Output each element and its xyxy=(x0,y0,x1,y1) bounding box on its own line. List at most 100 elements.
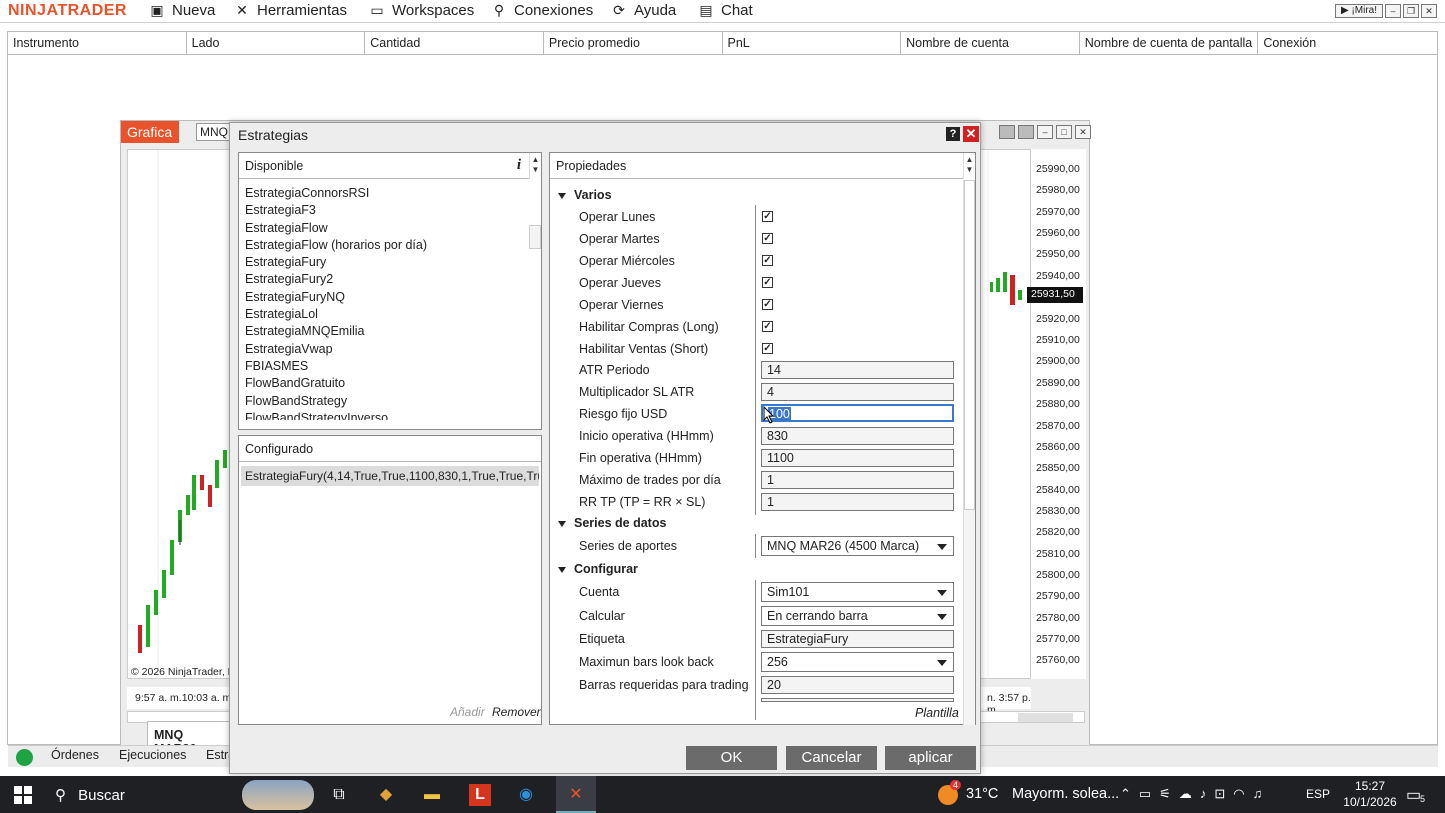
next-field-input[interactable] xyxy=(761,698,954,702)
menu-ayuda[interactable]: ⟳ Ayuda xyxy=(610,2,676,19)
minimize-icon[interactable]: – xyxy=(1385,4,1401,18)
add-button[interactable]: Añadir xyxy=(450,705,485,719)
col-lado[interactable]: Lado xyxy=(187,32,366,54)
list-item[interactable]: FlowBandStrategyInverso xyxy=(245,410,535,420)
windows-start-icon[interactable] xyxy=(14,786,32,804)
scroll-up-icon[interactable]: ▲ xyxy=(530,156,541,164)
col-conexion[interactable]: Conexión xyxy=(1258,32,1437,54)
layout2-icon[interactable] xyxy=(1018,125,1034,139)
checkbox-operar-viernes[interactable]: ✓ xyxy=(762,299,773,310)
menu-conexiones[interactable]: ⚲ Conexiones xyxy=(490,2,593,19)
close-icon[interactable]: ✕ xyxy=(963,126,979,142)
list-item[interactable]: FBIASMES xyxy=(245,358,535,375)
category-series-datos[interactable]: Series de datos xyxy=(558,516,666,530)
chart-instrument-tab[interactable]: MNQ MAR26 xyxy=(147,721,231,756)
instrument-selector[interactable]: MNQ xyxy=(196,123,232,141)
help-icon[interactable]: ? xyxy=(946,127,960,141)
info-icon[interactable]: i xyxy=(517,157,521,174)
category-configurar[interactable]: Configurar xyxy=(558,562,638,576)
minimize-icon[interactable]: – xyxy=(1037,125,1053,139)
properties-scroll-thumb[interactable] xyxy=(964,180,975,510)
riesgo-fijo-input[interactable]: 100 xyxy=(761,404,954,422)
task-view-icon[interactable]: ⧉ xyxy=(328,784,350,806)
list-item[interactable]: EstrategiaFlow xyxy=(245,220,535,237)
list-item[interactable]: EstrategiaFlow (horarios por día) xyxy=(245,237,535,254)
category-varios[interactable]: Varios xyxy=(558,188,612,202)
col-cantidad[interactable]: Cantidad xyxy=(365,32,544,54)
properties-scroll-arrows[interactable]: ▲ ▼ xyxy=(963,153,975,179)
cuenta-select[interactable]: Sim101 xyxy=(761,582,954,602)
chart-title-tab[interactable]: Grafica xyxy=(121,121,179,143)
properties-scrollbar[interactable] xyxy=(963,180,975,725)
layout-icon[interactable] xyxy=(999,125,1015,139)
available-scroll-thumb[interactable] xyxy=(529,225,541,249)
language-indicator[interactable]: ESP xyxy=(1306,787,1330,801)
multiplicador-sl-input[interactable]: 4 xyxy=(761,383,954,401)
available-scrollbar-arrows[interactable]: ▲ ▼ xyxy=(529,153,541,179)
promo-button[interactable]: ▶ ¡Mira! xyxy=(1335,4,1383,18)
col-nombre-cuenta[interactable]: Nombre de cuenta xyxy=(901,32,1080,54)
file-explorer-icon[interactable]: ▬ xyxy=(421,784,443,806)
scroll-up-icon[interactable]: ▲ xyxy=(964,156,975,164)
close-icon[interactable]: ✕ xyxy=(1075,125,1091,139)
menu-herramientas[interactable]: ✕ Herramientas xyxy=(233,2,347,19)
template-button[interactable]: Plantilla xyxy=(915,706,959,720)
list-item[interactable]: EstrategiaFury2 xyxy=(245,271,535,288)
menu-nueva[interactable]: ▣ Nueva xyxy=(148,2,215,19)
close-icon[interactable]: ✕ xyxy=(1421,4,1437,18)
ok-button[interactable]: OK xyxy=(686,746,777,770)
tray-icons[interactable]: ⌃▭⚟☁♪⊡◠♫ xyxy=(1120,786,1270,802)
menu-chat[interactable]: ▤ Chat xyxy=(697,2,752,19)
scroll-down-icon[interactable]: ▼ xyxy=(530,166,541,174)
inicio-operativa-input[interactable]: 830 xyxy=(761,427,954,445)
col-precio-promedio[interactable]: Precio promedio xyxy=(544,32,723,54)
app-l-icon[interactable]: L xyxy=(469,784,491,806)
copilot-icon[interactable]: ◆ xyxy=(375,784,397,806)
cancel-button[interactable]: Cancelar xyxy=(786,746,877,770)
col-pnl[interactable]: PnL xyxy=(723,32,902,54)
scrollbar-thumb[interactable] xyxy=(1018,713,1073,722)
scroll-down-icon[interactable]: ▼ xyxy=(964,166,975,174)
list-item[interactable]: FlowBandGratuito xyxy=(245,375,535,392)
list-item[interactable]: EstrategiaConnorsRSI xyxy=(245,185,535,202)
list-item[interactable]: EstrategiaMNQEmilia xyxy=(245,323,535,340)
clock-time[interactable]: 15:27 xyxy=(1350,779,1390,793)
checkbox-operar-jueves[interactable]: ✓ xyxy=(762,277,773,288)
restore-icon[interactable]: ❐ xyxy=(1403,4,1419,18)
apply-button[interactable]: aplicar xyxy=(885,746,976,770)
list-item[interactable]: EstrategiaFury xyxy=(245,254,535,271)
taskbar-search[interactable]: ⚲ Buscar xyxy=(55,786,125,804)
calcular-select[interactable]: En cerrando barra xyxy=(761,606,954,626)
etiqueta-input[interactable]: EstrategiaFury xyxy=(761,630,954,648)
atr-periodo-input[interactable]: 14 xyxy=(761,361,954,379)
list-item[interactable]: EstrategiaFuryNQ xyxy=(245,289,535,306)
clock-date[interactable]: 10/1/2026 xyxy=(1338,795,1402,809)
list-item[interactable]: EstrategiaVwap xyxy=(245,341,535,358)
series-aportes-select[interactable]: MNQ MAR26 (4500 Marca) xyxy=(761,536,954,556)
edge-icon[interactable]: ◉ xyxy=(515,784,537,806)
notifications-icon[interactable]: ▭ xyxy=(1406,785,1421,805)
fin-operativa-input[interactable]: 1100 xyxy=(761,449,954,467)
list-item[interactable]: EstrategiaF3 xyxy=(245,202,535,219)
col-nombre-cuenta-pantalla[interactable]: Nombre de cuenta de pantalla xyxy=(1080,32,1259,54)
maximize-icon[interactable]: □ xyxy=(1056,125,1072,139)
menu-workspaces[interactable]: ▭ Workspaces xyxy=(368,2,474,19)
checkbox-operar-miercoles[interactable]: ✓ xyxy=(762,255,773,266)
checkbox-operar-lunes[interactable]: ✓ xyxy=(762,211,773,222)
maximo-trades-input[interactable]: 1 xyxy=(761,471,954,489)
list-item[interactable]: FlowBandStrategy xyxy=(245,393,535,410)
ninjatrader-taskbar-icon[interactable]: ✕ xyxy=(556,776,596,813)
barras-requeridas-input[interactable]: 20 xyxy=(761,676,954,694)
configured-strategy-item[interactable]: EstrategiaFury(4,14,True,True,1100,830,1… xyxy=(241,466,539,486)
checkbox-operar-martes[interactable]: ✓ xyxy=(762,233,773,244)
checkbox-habilitar-ventas[interactable]: ✓ xyxy=(762,343,773,354)
rr-tp-input[interactable]: 1 xyxy=(761,493,954,511)
tab-ordenes[interactable]: Órdenes xyxy=(51,748,99,762)
col-instrumento[interactable]: Instrumento xyxy=(8,32,187,54)
remove-button[interactable]: Remover xyxy=(492,705,541,719)
weather-text[interactable]: Mayorm. solea... xyxy=(1012,786,1119,802)
checkbox-habilitar-compras[interactable]: ✓ xyxy=(762,321,773,332)
max-bars-select[interactable]: 256 xyxy=(761,652,954,672)
weather-temp[interactable]: 31°C xyxy=(966,786,998,802)
list-item[interactable]: EstrategiaLol xyxy=(245,306,535,323)
